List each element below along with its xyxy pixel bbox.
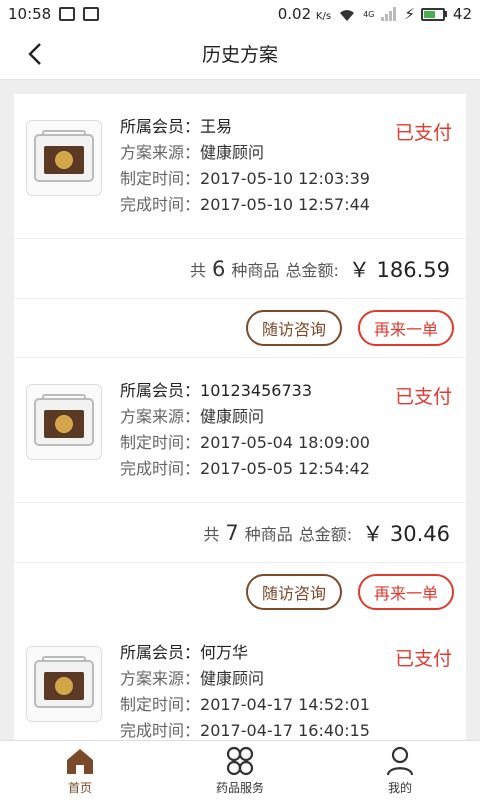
follow-up-button[interactable]: 随访咨询 bbox=[245, 574, 342, 610]
created-time: 2017-05-04 18:09:00 bbox=[200, 433, 370, 452]
order-info: 所属会员： 10123456733 方案来源： 健康顾问 制定时间： 2017-05-… bbox=[120, 378, 370, 482]
order-list[interactable]: 所属会员： 王易 方案来源： 健康顾问 制定时间： 2017-05-10 12:03:… bbox=[0, 80, 480, 740]
created-time: 2017-05-10 12:03:39 bbox=[200, 169, 370, 188]
member-name: 何万华 bbox=[200, 643, 249, 662]
nav-bar: 历史方案 bbox=[0, 28, 480, 80]
product-thumbnail[interactable] bbox=[26, 120, 102, 196]
order-card[interactable]: 所属会员： 何万华 方案来源： 健康顾问 制定时间： 2017-04-17 14:52… bbox=[14, 620, 466, 740]
status-bar: 10:58 0.02 K/s 4G ⚡ 42 bbox=[0, 0, 480, 28]
page-title: 历史方案 bbox=[201, 44, 278, 66]
plan-source: 健康顾问 bbox=[200, 407, 265, 426]
status-badge: 已支付 bbox=[394, 386, 452, 408]
tab-label: 药品服务 bbox=[215, 781, 264, 795]
order-card[interactable]: 所属会员： 10123456733 方案来源： 健康顾问 制定时间： 2017-05-… bbox=[14, 358, 466, 621]
product-thumbnail[interactable] bbox=[26, 646, 102, 722]
plan-source: 健康顾问 bbox=[200, 143, 265, 162]
order-actions: 随访咨询 再来一单 bbox=[14, 299, 466, 357]
finished-time: 2017-04-17 16:40:15 bbox=[200, 721, 370, 740]
order-total: 共 7 种商品 总金额: ￥ 30.46 bbox=[14, 503, 466, 563]
grid-icon bbox=[226, 746, 254, 776]
finished-time: 2017-05-10 12:57:44 bbox=[200, 195, 370, 214]
image-icon bbox=[59, 7, 76, 21]
order-actions: 随访咨询 再来一单 bbox=[14, 563, 466, 621]
plan-source: 健康顾问 bbox=[200, 669, 265, 688]
order-info: 所属会员： 王易 方案来源： 健康顾问 制定时间： 2017-05-10 12:03:… bbox=[120, 114, 370, 218]
charging-icon: ⚡ bbox=[404, 5, 415, 23]
created-time: 2017-04-17 14:52:01 bbox=[200, 695, 370, 714]
order-header: 所属会员： 何万华 方案来源： 健康顾问 制定时间： 2017-04-17 14:52… bbox=[14, 620, 466, 740]
network-speed: 0.02 K/s bbox=[277, 5, 332, 23]
signal-type: 4G bbox=[363, 9, 375, 19]
order-header: 所属会员： 10123456733 方案来源： 健康顾问 制定时间： 2017-05-… bbox=[14, 358, 466, 503]
tab-bar: 首页 药品服务 我的 bbox=[0, 740, 480, 800]
back-icon[interactable] bbox=[22, 40, 50, 68]
shield-icon bbox=[83, 7, 100, 21]
status-badge: 已支付 bbox=[394, 122, 452, 144]
finished-time: 2017-05-05 12:54:42 bbox=[200, 459, 370, 478]
total-amount: ￥ 30.46 bbox=[362, 521, 450, 546]
follow-up-button[interactable]: 随访咨询 bbox=[245, 310, 342, 346]
item-count: 6 bbox=[212, 256, 226, 281]
item-count: 7 bbox=[225, 520, 239, 545]
order-info: 所属会员： 何万华 方案来源： 健康顾问 制定时间： 2017-04-17 14:52… bbox=[120, 640, 370, 740]
member-name: 10123456733 bbox=[200, 381, 312, 400]
tab-home[interactable]: 首页 bbox=[0, 741, 160, 800]
battery-icon bbox=[420, 7, 447, 21]
order-total: 共 6 种商品 总金额: ￥ 186.59 bbox=[14, 239, 466, 299]
reorder-button[interactable]: 再来一单 bbox=[357, 310, 454, 346]
tab-label: 我的 bbox=[387, 781, 412, 795]
status-badge: 已支付 bbox=[394, 648, 452, 670]
product-thumbnail[interactable] bbox=[26, 384, 102, 460]
wifi-icon bbox=[340, 10, 355, 21]
clock: 10:58 bbox=[8, 5, 52, 23]
tab-mine[interactable]: 我的 bbox=[320, 741, 480, 800]
order-card[interactable]: 所属会员： 王易 方案来源： 健康顾问 制定时间： 2017-05-10 12:03:… bbox=[14, 94, 466, 357]
tab-drug-service[interactable]: 药品服务 bbox=[160, 741, 320, 800]
member-name: 王易 bbox=[200, 117, 233, 136]
tab-label: 首页 bbox=[67, 781, 92, 795]
order-header: 所属会员： 王易 方案来源： 健康顾问 制定时间： 2017-05-10 12:03:… bbox=[14, 94, 466, 239]
signal-icon bbox=[381, 7, 397, 21]
reorder-button[interactable]: 再来一单 bbox=[357, 574, 454, 610]
user-icon bbox=[386, 746, 414, 776]
battery-level: 42 bbox=[452, 5, 472, 23]
total-amount: ￥ 186.59 bbox=[348, 257, 450, 282]
home-icon bbox=[67, 749, 93, 774]
